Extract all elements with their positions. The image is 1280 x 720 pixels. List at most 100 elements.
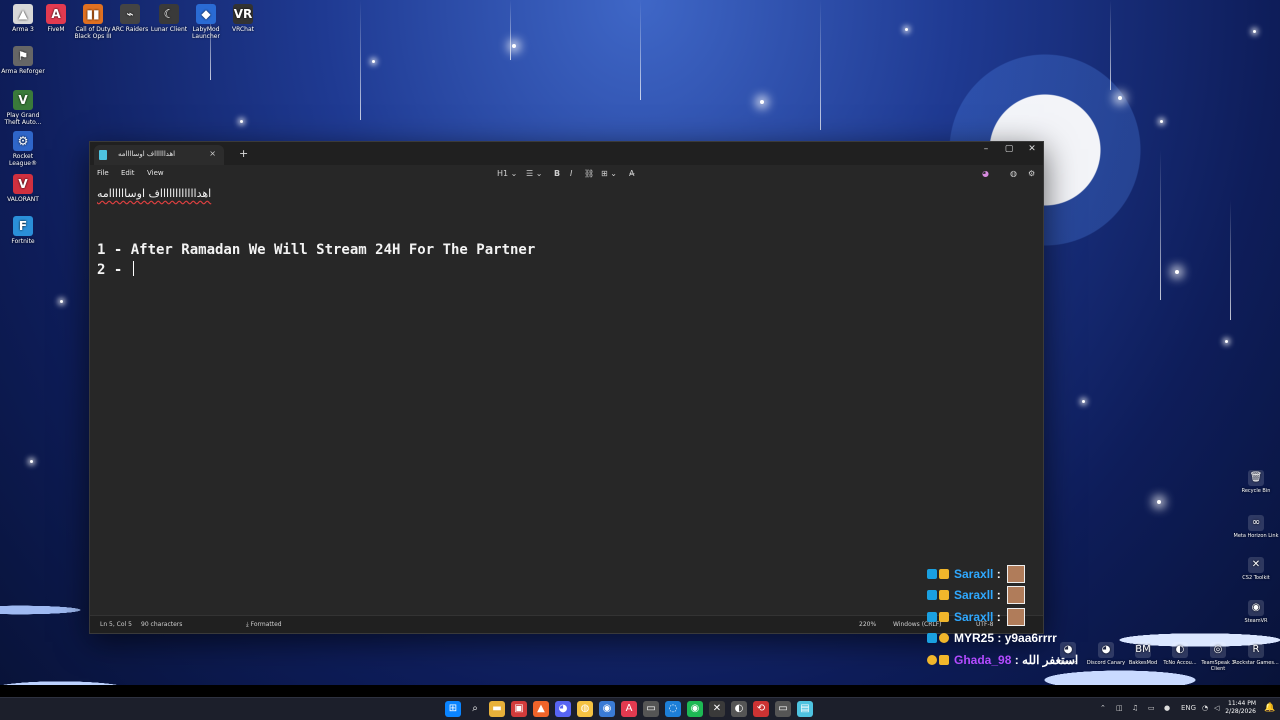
minimize-button[interactable]: – xyxy=(975,144,997,154)
app-blue-icon[interactable]: ◉ xyxy=(599,701,615,717)
file-explorer-icon[interactable]: ▬ xyxy=(489,701,505,717)
close-button[interactable]: ✕ xyxy=(1021,144,1043,154)
headset-icon[interactable]: ♫ xyxy=(1132,704,1138,712)
desktop-icon-label: FiveM xyxy=(47,26,65,33)
menu-view[interactable]: View xyxy=(147,169,164,177)
menu-bar: File Edit View H1 ⌄ ☰ ⌄ B I ⛓ ⊞ ⌄ A̶ ◕ ◍… xyxy=(90,165,1043,184)
mod-badge-icon xyxy=(927,569,937,579)
arma-reforger-icon: ⚑ xyxy=(13,46,33,66)
character-count: 90 characters xyxy=(141,621,183,628)
rockstar-icon: R xyxy=(1248,642,1264,658)
chat-username: Saraxll xyxy=(954,588,994,602)
desktop-icon-label: TcNo Accou... xyxy=(1163,660,1197,666)
app-red-icon[interactable]: ▣ xyxy=(511,701,527,717)
desktop-icon-label: LabyMod Launcher xyxy=(192,26,220,40)
desktop-icon-label: VALORANT xyxy=(7,196,39,203)
settings-icon[interactable]: ⚙ xyxy=(1028,169,1035,178)
zoom-level[interactable]: 220% xyxy=(859,621,876,628)
menu-file[interactable]: File xyxy=(97,169,109,177)
title-bar[interactable]: اهدااااااف اوساااامه × + – ▢ ✕ xyxy=(90,142,1043,165)
desktop-icon-label: Rocket League® xyxy=(9,153,37,167)
list-dropdown[interactable]: ☰ ⌄ xyxy=(526,169,542,178)
chat-separator: : xyxy=(994,631,1005,645)
notepad-taskbar-icon[interactable]: ▤ xyxy=(797,701,813,717)
app-screen-icon[interactable]: ▭ xyxy=(775,701,791,717)
close-tab-icon[interactable]: × xyxy=(209,149,216,158)
chat-username: Saraxll xyxy=(954,610,994,624)
xbox-icon[interactable]: ✕ xyxy=(709,701,725,717)
brave-icon[interactable]: ▲ xyxy=(533,701,549,717)
gta-icon: V xyxy=(13,90,33,110)
valorant-icon: V xyxy=(13,174,33,194)
microphone-icon[interactable]: ● xyxy=(1164,704,1170,712)
discord-taskbar-icon[interactable]: ◕ xyxy=(555,701,571,717)
chevron-down-icon: ⌄ xyxy=(510,169,518,178)
format-status[interactable]: ⤓ Formatted xyxy=(246,621,282,629)
desktop-icon-rocket-league[interactable]: ⚙ Rocket League® xyxy=(0,131,46,167)
volume-icon[interactable]: ◁ xyxy=(1214,704,1219,712)
chat-message: MYR25 : y9aa6rrrr xyxy=(927,630,1057,646)
desktop-icon-steamvr[interactable]: ◉ SteamVR xyxy=(1233,600,1279,624)
desktop-icon-fortnite[interactable]: F Fortnite xyxy=(0,216,46,245)
desktop-icon-label: Arma 3 xyxy=(12,26,34,33)
bold-button[interactable]: B xyxy=(554,169,560,178)
fortnite-icon: F xyxy=(13,216,33,236)
spotify-icon[interactable]: ◉ xyxy=(687,701,703,717)
edge-icon[interactable]: ◌ xyxy=(665,701,681,717)
maximize-button[interactable]: ▢ xyxy=(998,144,1020,154)
desktop-icon-label: CS2 Toolkit xyxy=(1242,575,1270,581)
heading-dropdown[interactable]: H1 ⌄ xyxy=(497,169,517,178)
desktop-icon-recycle-bin[interactable]: 🗑 Recycle Bin xyxy=(1233,470,1279,494)
clear-formatting-icon[interactable]: A̶ xyxy=(629,169,634,178)
start-icon[interactable]: ⊞ xyxy=(445,701,461,717)
chat-message: Saraxll : xyxy=(927,586,1026,604)
account-icon[interactable]: ◍ xyxy=(1010,169,1017,178)
desktop-icon-label: ARC Raiders xyxy=(111,26,149,33)
teamspeak-icon: ◎ xyxy=(1210,642,1226,658)
desktop-icon-play-grand-theft-auto[interactable]: V Play Grand Theft Auto... xyxy=(0,90,46,126)
desktop-icon-label: Play Grand Theft Auto... xyxy=(4,112,42,126)
markdown-icon: ⤓ xyxy=(246,621,249,628)
copilot-icon[interactable]: ◕ xyxy=(982,169,989,178)
desktop-icon-valorant[interactable]: V VALORANT xyxy=(0,174,46,203)
crown-badge-icon xyxy=(939,655,949,665)
italic-button[interactable]: I xyxy=(570,169,572,178)
tcno-icon: ◐ xyxy=(1172,642,1188,658)
cod-icon: ▮▮ xyxy=(83,4,103,24)
link-icon[interactable]: ⛓ xyxy=(584,169,594,178)
desktop-icon-cs2-toolkit[interactable]: ✕ CS2 Toolkit xyxy=(1233,557,1279,581)
table-dropdown[interactable]: ⊞ ⌄ xyxy=(601,169,617,178)
new-tab-button[interactable]: + xyxy=(239,147,248,160)
crown-badge-icon xyxy=(939,612,949,622)
rocket-league-icon: ⚙ xyxy=(13,131,33,151)
clock[interactable]: 11:44 PM 2/28/2026 xyxy=(1225,700,1256,716)
desktop-icon-label: BakkesMod xyxy=(1128,660,1158,666)
search-icon[interactable]: ⌕ xyxy=(467,701,483,717)
desktop-icon-arma-reforger[interactable]: ⚑ Arma Reforger xyxy=(0,46,46,75)
tray-icon-2[interactable]: ▭ xyxy=(1148,704,1155,712)
tab-title: اهدااااااف اوساااامه xyxy=(118,150,176,158)
heading-label: H1 xyxy=(497,169,509,178)
app-dark-icon[interactable]: ◐ xyxy=(731,701,747,717)
desktop-icon-vrchat[interactable]: VR VRChat xyxy=(220,4,266,33)
chevron-down-icon: ⌄ xyxy=(535,169,543,178)
terminal-icon[interactable]: ▭ xyxy=(643,701,659,717)
status-bar: Ln 5, Col 5 90 characters ⤓ Formatted 22… xyxy=(90,615,1043,633)
app-circle-icon[interactable]: ⟲ xyxy=(753,701,769,717)
info-badge-icon xyxy=(927,655,937,665)
chrome-icon[interactable]: ◍ xyxy=(577,701,593,717)
text-editor[interactable]: اهدااااااااااااف اوساااااامه 1 - After R… xyxy=(90,184,1043,616)
document-heading: اهدااااااااااااف اوساااااامه xyxy=(97,187,212,200)
chat-separator: : xyxy=(993,610,1005,624)
fivem-taskbar-icon[interactable]: A xyxy=(621,701,637,717)
desktop-icon-rockstar-games[interactable]: R Rockstar Games... xyxy=(1233,642,1279,666)
tray-app-icon[interactable]: ◫ xyxy=(1116,704,1123,712)
chat-text: استغفر الله xyxy=(1022,653,1079,667)
desktop-icon-meta-horizon-link[interactable]: ∞ Meta Horizon Link xyxy=(1233,515,1279,539)
language-indicator[interactable]: ENG xyxy=(1181,704,1196,712)
wifi-icon[interactable]: ◔ xyxy=(1202,704,1208,712)
tab-document[interactable]: اهدااااااف اوساااامه × xyxy=(94,145,224,165)
menu-edit[interactable]: Edit xyxy=(121,169,135,177)
notification-icon[interactable]: 🔔 xyxy=(1264,703,1275,713)
chevron-up-icon[interactable]: ⌃ xyxy=(1100,704,1106,712)
